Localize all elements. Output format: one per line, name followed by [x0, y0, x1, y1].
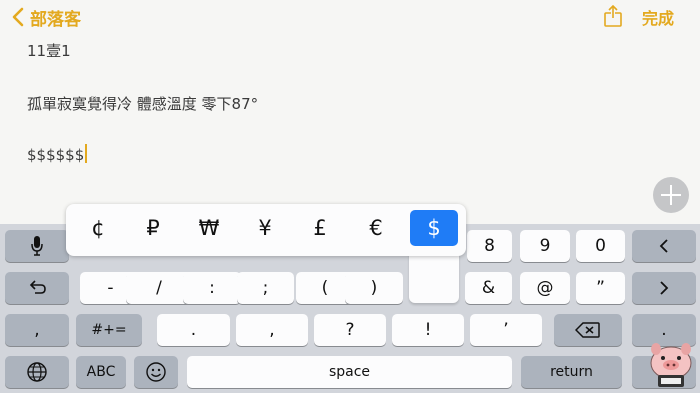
note-line-3: $$$$$$	[27, 144, 88, 164]
key-colon[interactable]: :	[183, 272, 241, 304]
return-key[interactable]: return	[521, 356, 622, 388]
currency-won[interactable]: ₩	[188, 210, 230, 246]
plus-icon[interactable]	[653, 177, 689, 213]
currency-ruble[interactable]: ₽	[132, 210, 174, 246]
abc-label: ABC	[86, 364, 116, 380]
key-quote[interactable]: ”	[576, 272, 625, 304]
microphone-key[interactable]	[5, 230, 69, 262]
key-question[interactable]: ?	[314, 314, 386, 346]
currency-euro[interactable]: €	[355, 210, 397, 246]
key-apostrophe[interactable]: ’	[470, 314, 542, 346]
note-line-2: 孤單寂寞覺得冷 體感溫度 零下87°	[27, 95, 259, 113]
chevron-left-key-icon	[659, 239, 668, 253]
left-arrow-key[interactable]	[632, 230, 696, 262]
chevron-right-icon	[660, 281, 669, 295]
key-comma-left[interactable]: ,	[5, 314, 69, 346]
note-line-3-text: $$$$$$	[27, 146, 85, 164]
key-comma[interactable]: ,	[236, 314, 308, 346]
key-0[interactable]: 0	[576, 230, 625, 262]
done-button[interactable]: 完成	[642, 5, 674, 29]
right-arrow-key[interactable]	[632, 272, 696, 304]
chevron-left-icon	[12, 7, 24, 27]
currency-yen[interactable]: ¥	[244, 210, 286, 246]
abc-key[interactable]: ABC	[76, 356, 126, 388]
key-semicolon[interactable]: ;	[237, 272, 294, 304]
popup-stem	[409, 248, 459, 303]
globe-key[interactable]	[5, 356, 69, 388]
undo-icon	[29, 280, 46, 294]
currency-pound[interactable]: £	[299, 210, 341, 246]
key-exclaim[interactable]: !	[392, 314, 464, 346]
notes-area[interactable]: 部落客 完成 11壹1 孤單寂寞覺得冷 體感溫度 零下87° $$$$$$	[0, 0, 700, 228]
emoji-icon	[146, 362, 166, 382]
key-9[interactable]: 9	[520, 230, 570, 262]
currency-dollar-selected[interactable]: $	[410, 210, 458, 246]
text-cursor	[85, 144, 88, 163]
backspace-key[interactable]	[554, 314, 622, 346]
note-line-1: 11壹1	[27, 42, 71, 60]
undo-key[interactable]	[5, 272, 69, 304]
pig-mascot-logo	[650, 343, 692, 387]
globe-icon	[27, 362, 47, 382]
key-close-paren[interactable]: )	[345, 272, 403, 304]
key-8[interactable]: 8	[467, 230, 512, 262]
key-period[interactable]: .	[157, 314, 230, 346]
key-at[interactable]: @	[520, 272, 570, 304]
back-label: 部落客	[30, 9, 81, 30]
symbols-label: #+=	[91, 322, 127, 338]
back-button[interactable]: 部落客	[12, 4, 81, 30]
space-key[interactable]: space	[187, 356, 512, 388]
key-ampersand[interactable]: &	[465, 272, 512, 304]
backspace-icon	[575, 322, 600, 338]
symbols-key[interactable]: #+=	[76, 314, 142, 346]
return-label: return	[550, 364, 593, 380]
emoji-key[interactable]	[134, 356, 178, 388]
currency-cent[interactable]: ¢	[77, 210, 119, 246]
space-label: space	[328, 364, 371, 380]
microphone-icon	[31, 236, 43, 256]
share-icon[interactable]	[603, 5, 623, 27]
